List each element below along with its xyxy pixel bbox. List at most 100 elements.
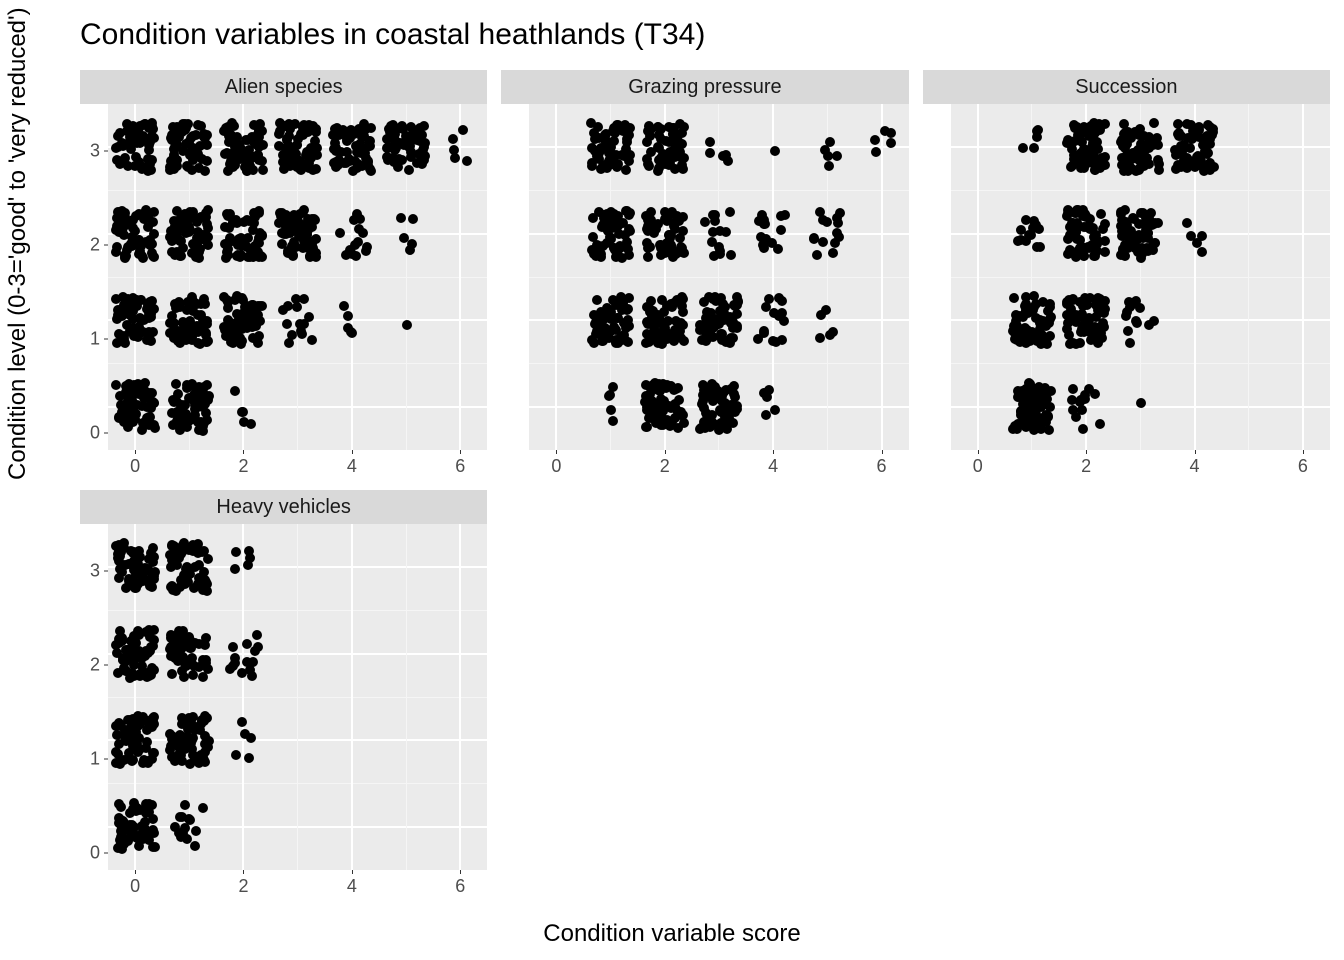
- data-point: [1153, 218, 1163, 228]
- data-point: [180, 800, 190, 810]
- data-point: [617, 253, 627, 263]
- data-point: [658, 319, 668, 329]
- y-tick-label: 0: [90, 843, 100, 864]
- data-point: [820, 145, 830, 155]
- data-point: [818, 237, 828, 247]
- data-point: [191, 826, 201, 836]
- data-point: [149, 635, 159, 645]
- data-point: [1089, 151, 1099, 161]
- data-point: [809, 233, 819, 243]
- data-point: [1070, 208, 1080, 218]
- data-point: [705, 422, 715, 432]
- panel-strip-label: Succession: [923, 70, 1330, 104]
- data-point: [123, 219, 133, 229]
- data-point: [220, 222, 230, 232]
- data-point: [667, 302, 677, 312]
- data-point: [670, 152, 680, 162]
- data-point: [231, 547, 241, 557]
- data-point: [171, 735, 181, 745]
- data-point: [145, 401, 155, 411]
- data-point: [611, 337, 621, 347]
- data-point: [121, 583, 131, 593]
- data-point: [1149, 316, 1159, 326]
- data-point: [597, 336, 607, 346]
- data-point: [1043, 412, 1053, 422]
- data-point: [715, 249, 725, 259]
- data-point: [462, 156, 472, 166]
- data-point: [654, 403, 664, 413]
- data-point: [448, 134, 458, 144]
- data-point: [1182, 218, 1192, 228]
- data-point: [136, 241, 146, 251]
- data-point: [1063, 234, 1073, 244]
- data-point: [666, 403, 676, 413]
- data-point: [753, 334, 763, 344]
- y-tick-label: 3: [90, 561, 100, 582]
- data-point: [1197, 231, 1207, 241]
- data-point: [142, 304, 152, 314]
- data-point: [175, 338, 185, 348]
- data-point: [230, 295, 240, 305]
- data-point: [717, 396, 727, 406]
- x-tick-label: 4: [1190, 456, 1200, 477]
- data-point: [646, 207, 656, 217]
- data-point: [165, 165, 175, 175]
- data-point: [115, 841, 125, 851]
- data-point: [656, 250, 666, 260]
- data-point: [187, 735, 197, 745]
- data-point: [835, 208, 845, 218]
- data-point: [287, 330, 297, 340]
- x-tick-label: 2: [1081, 456, 1091, 477]
- x-tick-label: 4: [768, 456, 778, 477]
- data-point: [1176, 143, 1186, 153]
- data-point: [149, 719, 159, 729]
- data-point: [183, 328, 193, 338]
- data-point: [1032, 396, 1042, 406]
- x-tick-label: 0: [130, 876, 140, 897]
- data-point: [1090, 389, 1100, 399]
- data-point: [224, 131, 234, 141]
- data-point: [199, 129, 209, 139]
- data-point: [146, 336, 156, 346]
- data-point: [243, 560, 253, 570]
- data-point: [145, 553, 155, 563]
- data-point: [304, 163, 314, 173]
- y-tick-label: 2: [90, 235, 100, 256]
- data-point: [334, 155, 344, 165]
- data-point: [128, 121, 138, 131]
- data-point: [225, 664, 235, 674]
- data-point: [145, 235, 155, 245]
- data-point: [1149, 118, 1159, 128]
- y-tick-label: 0: [90, 423, 100, 444]
- data-point: [1071, 412, 1081, 422]
- data-point: [696, 423, 706, 433]
- facet-panel: Heavy vehicles01230246: [80, 490, 487, 900]
- data-point: [277, 228, 287, 238]
- data-point: [172, 407, 182, 417]
- data-point: [407, 239, 417, 249]
- data-point: [761, 302, 771, 312]
- data-point: [1073, 222, 1083, 232]
- data-point: [1062, 138, 1072, 148]
- facet-panel: Grazing pressure0246: [501, 70, 908, 480]
- data-point: [382, 143, 392, 153]
- data-point: [203, 205, 213, 215]
- data-point: [617, 294, 627, 304]
- data-point: [1034, 421, 1044, 431]
- data-point: [399, 233, 409, 243]
- data-point: [187, 208, 197, 218]
- data-point: [1136, 208, 1146, 218]
- data-point: [1136, 398, 1146, 408]
- data-point: [197, 324, 207, 334]
- data-point: [1075, 338, 1085, 348]
- data-point: [645, 242, 655, 252]
- data-point: [1042, 339, 1052, 349]
- data-point: [255, 316, 265, 326]
- data-point: [278, 305, 288, 315]
- data-point: [358, 228, 368, 238]
- data-point: [284, 131, 294, 141]
- data-point: [1013, 386, 1023, 396]
- data-point: [167, 669, 177, 679]
- data-point: [282, 319, 292, 329]
- chart-title: Condition variables in coastal heathland…: [80, 18, 705, 52]
